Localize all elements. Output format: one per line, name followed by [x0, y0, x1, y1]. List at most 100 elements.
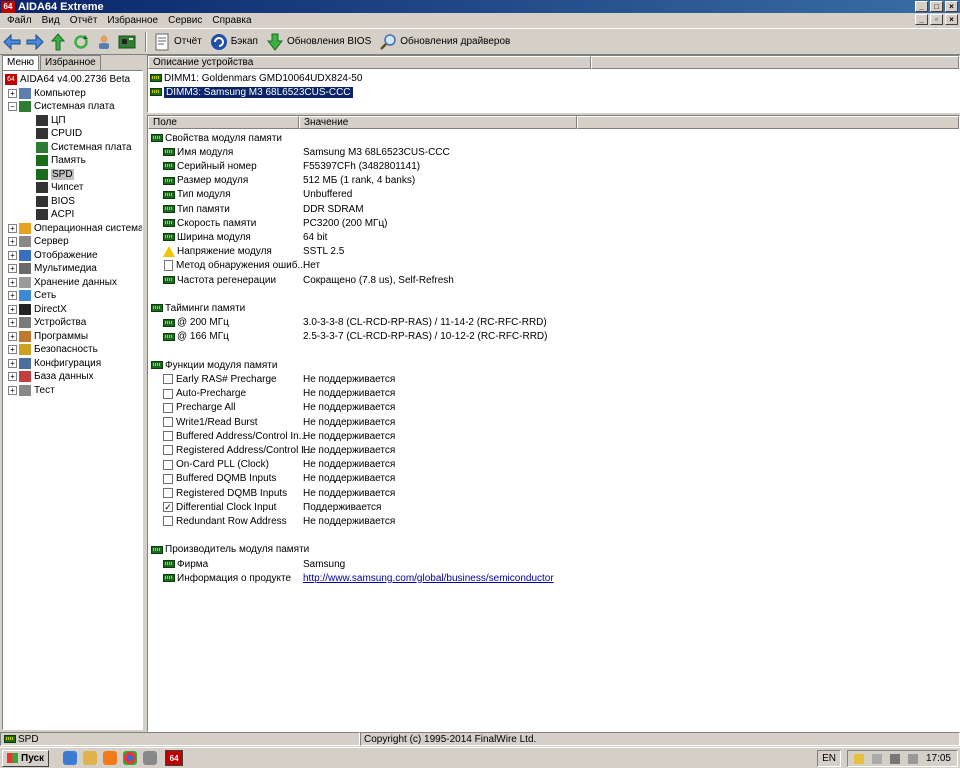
device-list-item[interactable]: DIMM1: Goldenmars GMD10064UDX824-50: [150, 71, 362, 85]
tree-item[interactable]: + Отображение: [8, 249, 98, 263]
detail-row[interactable]: Precharge All: [163, 401, 235, 415]
detail-row[interactable]: Auto-Precharge: [163, 387, 246, 401]
network-icon[interactable]: [889, 753, 900, 764]
chrome-icon[interactable]: [123, 751, 138, 765]
tree-item[interactable]: Память: [36, 154, 86, 168]
detail-row[interactable]: Buffered Address/Control In...: [163, 429, 307, 443]
tree-item[interactable]: ЦП: [36, 114, 66, 128]
field-column-header[interactable]: Поле: [148, 116, 299, 129]
checkbox[interactable]: [163, 374, 173, 385]
expander-icon[interactable]: +: [8, 318, 17, 328]
menu-item[interactable]: Файл: [2, 15, 37, 26]
tray-app-icon[interactable]: [853, 753, 864, 764]
expander-icon[interactable]: +: [8, 88, 17, 98]
detail-row[interactable]: Размер модуля: [163, 174, 248, 188]
detail-row[interactable]: Напряжение модуля: [163, 245, 272, 259]
tree-item[interactable]: + Хранение данных: [8, 276, 117, 290]
expander-icon[interactable]: +: [8, 237, 17, 247]
tree-item[interactable]: + Сервер: [8, 235, 69, 249]
backup-button[interactable]: Бэкап: [209, 32, 258, 52]
volume-icon[interactable]: [907, 753, 918, 764]
detail-row[interactable]: Ширина модуля: [163, 230, 251, 244]
detail-row[interactable]: Registered Address/Control I...: [163, 443, 312, 457]
expander-icon[interactable]: +: [8, 304, 17, 314]
start-button[interactable]: Пуск: [2, 749, 50, 767]
tree-item[interactable]: + Мультимедиа: [8, 262, 97, 276]
tree-item[interactable]: SPD: [36, 168, 74, 182]
driver-update-button[interactable]: Обновления драйверов: [378, 32, 510, 52]
detail-row[interactable]: On-Card PLL (Clock): [163, 458, 269, 472]
mdi-close-button[interactable]: ×: [945, 14, 958, 25]
clock-time[interactable]: 17:05: [926, 753, 951, 764]
checkbox-checked[interactable]: ✓: [163, 502, 173, 513]
device-list-item[interactable]: DIMM3: Samsung M3 68L6523CUS-CCC: [150, 85, 354, 99]
gear-icon[interactable]: [143, 751, 158, 765]
detail-row[interactable]: Метод обнаружения ошиб...: [163, 259, 306, 273]
tree-item[interactable]: + Безопасность: [8, 343, 98, 357]
expander-icon[interactable]: −: [8, 102, 17, 112]
checkbox[interactable]: [163, 417, 173, 427]
motherboard-icon[interactable]: [117, 32, 137, 52]
detail-row[interactable]: Имя модуля: [163, 145, 233, 159]
checkbox[interactable]: [163, 445, 173, 456]
ie-icon[interactable]: [63, 751, 78, 765]
menu-item[interactable]: Справка: [207, 15, 256, 26]
tree-item[interactable]: ACPI: [36, 208, 74, 222]
detail-row[interactable]: @ 166 МГц: [163, 330, 229, 344]
mdi-minimize-button[interactable]: _: [915, 14, 928, 25]
expander-icon[interactable]: +: [8, 372, 17, 382]
tree-item[interactable]: − Системная плата: [8, 100, 115, 114]
value-column-header[interactable]: Значение: [299, 116, 577, 129]
tree-item[interactable]: CPUID: [36, 127, 82, 141]
checkbox[interactable]: [163, 431, 173, 442]
bios-update-button[interactable]: Обновления BIOS: [265, 32, 371, 52]
detail-row[interactable]: Информация о продукте: [163, 571, 291, 585]
expander-icon[interactable]: +: [8, 264, 17, 274]
user-icon[interactable]: [94, 32, 114, 52]
checkbox[interactable]: [163, 488, 173, 498]
detail-row[interactable]: Серийный номер: [163, 159, 257, 173]
detail-row[interactable]: Скорость памяти: [163, 216, 256, 230]
tree-item[interactable]: + DirectX: [8, 303, 67, 317]
expander-icon[interactable]: +: [8, 331, 17, 341]
menu-item[interactable]: Сервис: [163, 15, 207, 26]
detail-row[interactable]: ✓ Differential Clock Input: [163, 500, 276, 514]
minimize-button[interactable]: _: [915, 1, 928, 12]
refresh-icon[interactable]: [71, 32, 91, 52]
tree-item[interactable]: + Конфигурация: [8, 357, 101, 371]
tab-menu[interactable]: Меню: [2, 55, 40, 70]
device-description-header[interactable]: Описание устройства: [148, 56, 591, 69]
detail-row[interactable]: Тип памяти: [163, 202, 230, 216]
tree-item[interactable]: + Компьютер: [8, 87, 86, 101]
expander-icon[interactable]: +: [8, 291, 17, 301]
checkbox[interactable]: [163, 459, 173, 470]
tree-item[interactable]: + Операционная система: [8, 222, 142, 236]
maximize-button[interactable]: □: [930, 1, 943, 12]
tree-item[interactable]: Чипсет: [36, 181, 83, 195]
expander-icon[interactable]: +: [8, 223, 17, 233]
detail-row[interactable]: Write1/Read Burst: [163, 415, 258, 429]
language-indicator[interactable]: EN: [817, 750, 841, 767]
aida64-task-button[interactable]: 64: [165, 750, 184, 766]
expander-icon[interactable]: +: [8, 277, 17, 287]
tree-item[interactable]: + База данных: [8, 370, 94, 384]
detail-row[interactable]: Early RAS# Precharge: [163, 372, 277, 386]
checkbox[interactable]: [163, 388, 173, 399]
detail-row[interactable]: Фирма: [163, 557, 208, 571]
tree-item[interactable]: + Устройства: [8, 316, 86, 330]
detail-row[interactable]: Registered DQMB Inputs: [163, 486, 287, 500]
mdi-restore-button[interactable]: ▫: [930, 14, 943, 25]
tree-item[interactable]: BIOS: [36, 195, 75, 209]
detail-row[interactable]: @ 200 МГц: [163, 316, 229, 330]
checkbox[interactable]: [163, 516, 173, 527]
tree-item[interactable]: Системная плата: [36, 141, 132, 155]
tree-item[interactable]: + Тест: [8, 384, 55, 398]
product-info-link[interactable]: http://www.samsung.com/global/business/s…: [303, 571, 554, 585]
forward-arrow-icon[interactable]: [25, 32, 45, 52]
menu-item[interactable]: Отчёт: [65, 15, 103, 26]
checkbox[interactable]: [163, 473, 173, 484]
tree-item[interactable]: + Программы: [8, 330, 88, 344]
expander-icon[interactable]: +: [8, 385, 17, 395]
detail-row[interactable]: Buffered DQMB Inputs: [163, 472, 276, 486]
explorer-folder-icon[interactable]: [83, 751, 98, 765]
